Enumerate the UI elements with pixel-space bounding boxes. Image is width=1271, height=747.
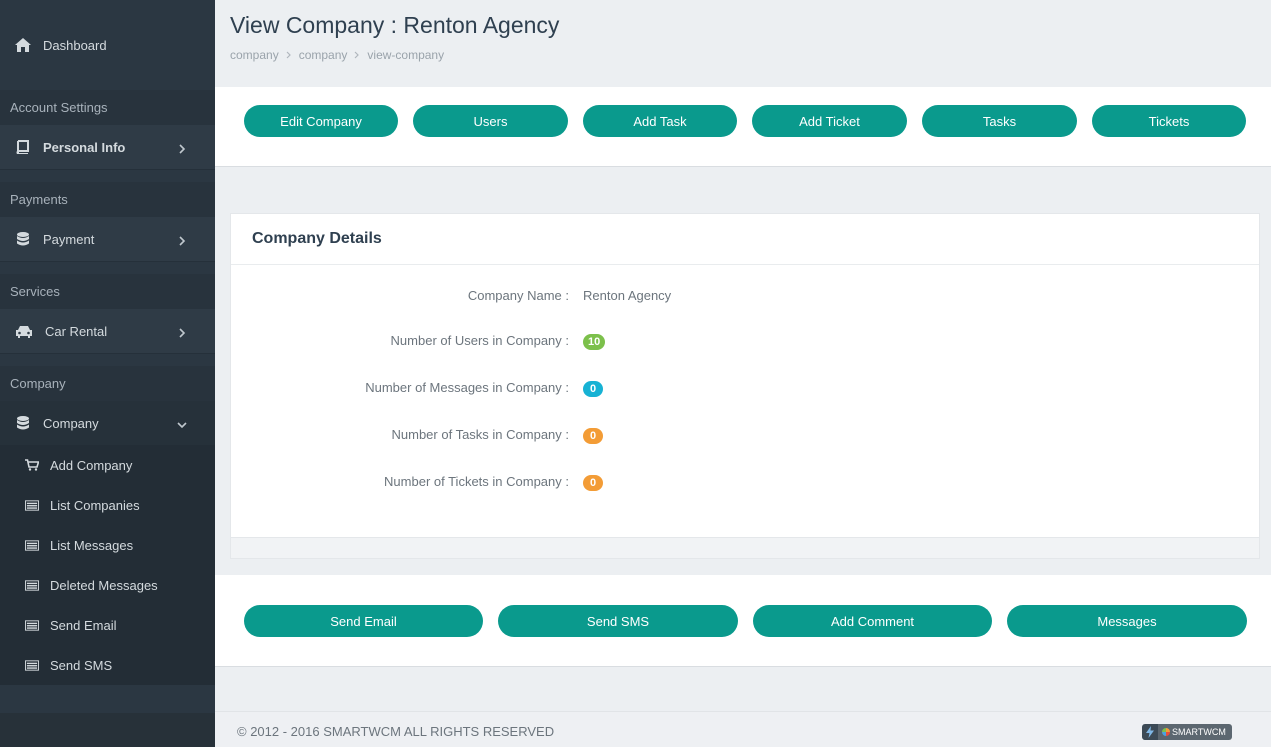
database-icon (15, 231, 31, 247)
detail-label: Company Name : (467, 288, 569, 303)
sidebar-subitem-label: Deleted Messages (50, 577, 158, 593)
list-icon (25, 579, 39, 591)
users-count-badge: 10 (583, 334, 606, 350)
cart-icon (25, 459, 39, 471)
sidebar-item-car-rental[interactable]: Car Rental (0, 309, 215, 353)
tickets-count-badge: 0 (583, 475, 603, 491)
sidebar-subitem-list-companies[interactable]: List Companies (0, 485, 215, 525)
sidebar-item-label: Payment (43, 231, 95, 247)
sidebar-item-label: Car Rental (45, 323, 108, 339)
section-payments: Payments (0, 182, 215, 217)
home-icon (15, 37, 31, 53)
sidebar-item-company[interactable]: Company (0, 401, 215, 445)
sidebar-subitem-add-company[interactable]: Add Company (0, 445, 215, 485)
messages-count-badge: 0 (583, 381, 603, 397)
brand-badge[interactable]: SMARTWCM (1142, 724, 1238, 740)
brand-text: SMARTWCM (1172, 727, 1226, 737)
detail-row-messages: Number of Messages in Company : 0 (231, 380, 1261, 400)
sidebar-item-dashboard[interactable]: Dashboard (0, 23, 215, 67)
add-task-button[interactable]: Add Task (583, 105, 737, 137)
chevron-right-icon (177, 326, 187, 338)
add-ticket-button[interactable]: Add Ticket (752, 105, 907, 137)
brand-name: SMARTWCM (1158, 724, 1232, 740)
sidebar-item-personal-info[interactable]: Personal Info (0, 125, 215, 169)
sidebar-subitem-send-sms[interactable]: Send SMS (0, 645, 215, 685)
chevron-right-icon (286, 51, 292, 59)
sidebar-footer (0, 713, 215, 747)
chevron-down-icon (177, 418, 187, 429)
sidebar-subitem-send-email[interactable]: Send Email (0, 605, 215, 645)
detail-label: Number of Tickets in Company : (384, 474, 569, 489)
chevron-right-icon (177, 234, 187, 246)
action-bar-bottom: Send Email Send SMS Add Comment Messages (215, 575, 1271, 667)
book-icon (15, 139, 31, 155)
detail-row-users: Number of Users in Company : 10 (231, 333, 1261, 353)
breadcrumb-item: view-company (367, 48, 445, 62)
list-icon (25, 539, 39, 551)
breadcrumb: company company view-company (230, 48, 1271, 62)
company-details-card: Company Details Company Name : Renton Ag… (230, 213, 1260, 559)
breadcrumb-item[interactable]: company (299, 48, 348, 62)
sidebar-item-label: Dashboard (43, 37, 107, 53)
sidebar-item-payment[interactable]: Payment (0, 217, 215, 261)
sidebar-subitem-label: Send SMS (50, 657, 113, 673)
main-content: View Company : Renton Agency company com… (215, 0, 1271, 747)
sidebar-subitem-label: List Companies (50, 497, 140, 513)
edit-company-button[interactable]: Edit Company (244, 105, 398, 137)
page-title: View Company : Renton Agency (230, 12, 560, 38)
bolt-icon (1142, 724, 1158, 740)
detail-value: Renton Agency (583, 288, 672, 303)
tasks-count-badge: 0 (583, 428, 603, 444)
send-email-button[interactable]: Send Email (244, 605, 483, 637)
sidebar-subitem-deleted-messages[interactable]: Deleted Messages (0, 565, 215, 605)
sidebar-subitem-label: Add Company (50, 457, 133, 473)
page-header: View Company : Renton Agency company com… (215, 0, 1271, 87)
users-button[interactable]: Users (413, 105, 568, 137)
database-icon (15, 415, 31, 431)
add-comment-button[interactable]: Add Comment (753, 605, 992, 637)
detail-row-company-name: Company Name : Renton Agency (231, 288, 1261, 308)
tickets-button[interactable]: Tickets (1092, 105, 1246, 137)
list-icon (25, 659, 39, 671)
list-icon (25, 619, 39, 631)
detail-label: Number of Users in Company : (390, 333, 569, 348)
breadcrumb-item[interactable]: company (230, 48, 279, 62)
detail-label: Number of Tasks in Company : (391, 427, 570, 442)
detail-row-tickets: Number of Tickets in Company : 0 (231, 474, 1261, 494)
card-title: Company Details (231, 214, 1259, 265)
messages-button[interactable]: Messages (1007, 605, 1247, 637)
chevron-right-icon (354, 51, 360, 59)
copyright-text: © 2012 - 2016 SMARTWCM ALL RIGHTS RESERV… (237, 724, 555, 739)
card-footer (231, 537, 1259, 558)
section-account-settings: Account Settings (0, 90, 215, 125)
section-services: Services (0, 274, 215, 309)
sidebar-subitem-label: Send Email (50, 617, 117, 633)
page-footer: © 2012 - 2016 SMARTWCM ALL RIGHTS RESERV… (215, 711, 1271, 747)
send-sms-button[interactable]: Send SMS (498, 605, 738, 637)
sidebar-item-label: Personal Info (43, 139, 126, 155)
sidebar-item-label: Company (43, 415, 99, 431)
detail-row-tasks: Number of Tasks in Company : 0 (231, 427, 1261, 447)
sidebar: Dashboard Account Settings Personal Info… (0, 0, 215, 747)
car-icon (15, 323, 33, 339)
tasks-button[interactable]: Tasks (922, 105, 1077, 137)
sidebar-subitem-label: List Messages (50, 537, 134, 553)
list-icon (25, 499, 39, 511)
detail-label: Number of Messages in Company : (365, 380, 569, 395)
action-bar-top: Edit Company Users Add Task Add Ticket T… (215, 87, 1271, 167)
sidebar-subitem-list-messages[interactable]: List Messages (0, 525, 215, 565)
chevron-right-icon (177, 142, 187, 154)
section-company: Company (0, 366, 215, 401)
